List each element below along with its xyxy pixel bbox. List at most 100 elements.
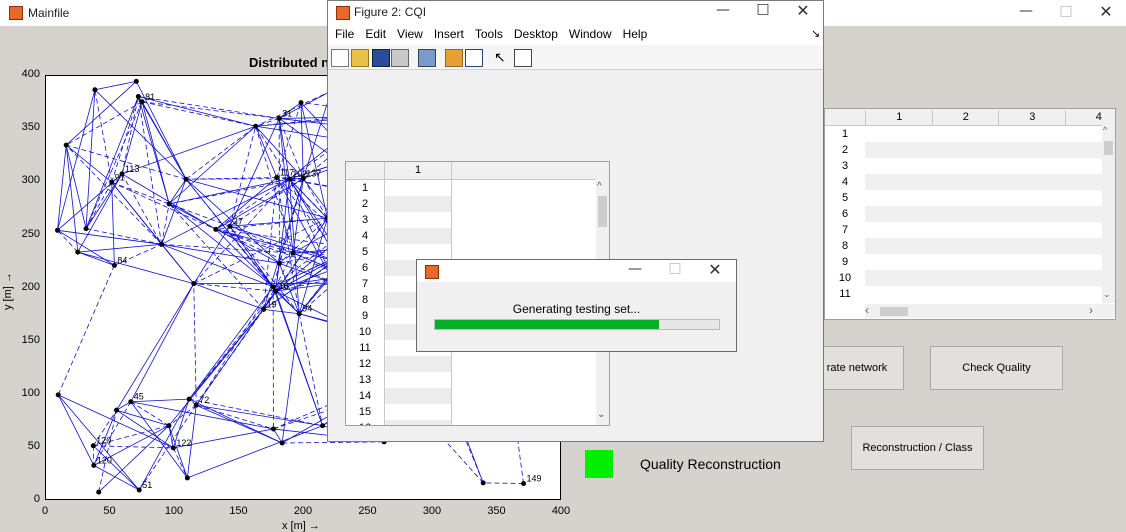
scroll-down-icon[interactable]: ⌄: [597, 409, 605, 420]
table-row[interactable]: 14: [346, 388, 596, 404]
network-link: [142, 101, 280, 119]
scroll-up-icon[interactable]: ^: [597, 181, 602, 192]
minimize-icon[interactable]: —: [1016, 3, 1036, 19]
new-figure-icon[interactable]: [331, 49, 349, 67]
row-header: 2: [825, 142, 865, 158]
scroll-thumb[interactable]: [598, 196, 607, 227]
table-row[interactable]: 11: [825, 286, 1102, 302]
node-label: 45: [134, 392, 144, 402]
dock-arrow-icon[interactable]: ↘: [811, 27, 820, 40]
table-row[interactable]: 5: [346, 244, 596, 260]
table-row[interactable]: 8: [825, 238, 1102, 254]
menu-edit[interactable]: Edit: [365, 27, 386, 41]
table-row[interactable]: 2: [346, 196, 596, 212]
save-icon[interactable]: [372, 49, 390, 67]
results-vscrollbar[interactable]: ^ ⌄: [1102, 125, 1115, 303]
row-header: 4: [825, 174, 865, 190]
table-row[interactable]: 5: [825, 190, 1102, 206]
table-cell[interactable]: [384, 372, 452, 388]
results-hscrollbar[interactable]: ‹ ›: [865, 303, 1115, 318]
menu-help[interactable]: Help: [623, 27, 648, 41]
network-node: [193, 402, 199, 408]
table-row[interactable]: 10: [825, 270, 1102, 286]
figure2-window[interactable]: Figure 2: CQI — □ ✕ File Edit View Insert To…: [327, 0, 824, 442]
table-cell[interactable]: [384, 196, 452, 212]
minimize-icon[interactable]: —: [625, 261, 645, 277]
table-row[interactable]: 3: [346, 212, 596, 228]
network-node: [276, 115, 282, 121]
network-link: [65, 81, 137, 146]
pointer-icon[interactable]: ↖: [494, 49, 510, 65]
network-link: [272, 286, 323, 426]
table-row[interactable]: 1: [346, 180, 596, 196]
menu-file[interactable]: File: [335, 27, 354, 41]
table-row[interactable]: 3: [825, 158, 1102, 174]
table-cell[interactable]: [384, 244, 452, 260]
x-tick-label: 250: [358, 505, 377, 517]
row-header: 10: [358, 326, 372, 338]
table-row[interactable]: 7: [825, 222, 1102, 238]
y-tick-label: 150: [21, 333, 40, 346]
reconstruction-button[interactable]: Reconstruction / Class: [851, 426, 984, 470]
table-row[interactable]: 6: [825, 206, 1102, 222]
menu-window[interactable]: Window: [569, 27, 612, 41]
scroll-right-icon[interactable]: ›: [1089, 303, 1093, 317]
close-icon[interactable]: ✕: [793, 1, 813, 20]
property-inspector-icon[interactable]: [514, 49, 532, 67]
maximize-icon[interactable]: □: [1056, 3, 1076, 19]
table-row[interactable]: 13: [346, 372, 596, 388]
table-row[interactable]: 15: [346, 404, 596, 420]
hscroll-thumb[interactable]: [880, 307, 908, 316]
network-node: [91, 462, 97, 468]
minimize-icon[interactable]: —: [713, 2, 733, 18]
figure2-title-bar[interactable]: Figure 2: CQI — □ ✕: [328, 1, 823, 25]
results-table[interactable]: 1234 1 2 3 4 5 6 7 8 9 10 11 ^ ⌄ ‹ ›: [824, 108, 1116, 320]
menu-insert[interactable]: Insert: [434, 27, 464, 41]
network-link: [195, 309, 264, 406]
scroll-down-icon[interactable]: ⌄: [1103, 289, 1111, 300]
row-header: 11: [825, 286, 865, 302]
link-plot-icon[interactable]: [418, 49, 436, 67]
table-row[interactable]: 16: [346, 420, 596, 425]
table-cell[interactable]: [384, 180, 452, 196]
table-cell[interactable]: [384, 228, 452, 244]
table-row[interactable]: 2: [825, 142, 1102, 158]
scroll-up-icon[interactable]: ^: [1103, 125, 1107, 135]
table-row[interactable]: 9: [825, 254, 1102, 270]
network-node: [92, 87, 98, 93]
close-icon[interactable]: ✕: [705, 260, 725, 279]
table-row[interactable]: 12: [346, 356, 596, 372]
x-tick-label: 300: [422, 505, 442, 517]
menu-view[interactable]: View: [397, 27, 423, 41]
table-cell[interactable]: [384, 388, 452, 404]
network-link: [215, 177, 278, 230]
colorbar-icon[interactable]: [445, 49, 463, 67]
table-row[interactable]: 4: [346, 228, 596, 244]
network-link: [137, 96, 162, 245]
menu-desktop[interactable]: Desktop: [514, 27, 558, 41]
menu-tools[interactable]: Tools: [475, 27, 503, 41]
network-link: [188, 286, 274, 400]
scroll-thumb[interactable]: [1104, 141, 1113, 155]
print-icon[interactable]: [391, 49, 409, 67]
close-icon[interactable]: ✕: [1096, 2, 1116, 21]
node-label: 72: [199, 395, 209, 405]
legend-icon[interactable]: [465, 49, 483, 67]
progress-dialog-title-bar[interactable]: — □ ✕: [417, 260, 736, 282]
maximize-icon[interactable]: □: [753, 1, 773, 17]
table-cell[interactable]: [384, 420, 452, 425]
progress-dialog[interactable]: — □ ✕ Generating testing set...: [416, 259, 737, 352]
generate-network-button[interactable]: rate network: [810, 346, 904, 390]
maximize-icon[interactable]: □: [665, 260, 685, 276]
scroll-left-icon[interactable]: ‹: [865, 303, 869, 317]
check-quality-button[interactable]: Check Quality: [930, 346, 1063, 390]
table-row[interactable]: 4: [825, 174, 1102, 190]
table-cell[interactable]: [384, 212, 452, 228]
table-cell[interactable]: [384, 404, 452, 420]
table-row[interactable]: 1: [825, 126, 1102, 142]
progress-message: Generating testing set...: [512, 302, 641, 316]
table-cell[interactable]: [384, 356, 452, 372]
row-header: 10: [825, 270, 865, 286]
open-file-icon[interactable]: [351, 49, 369, 67]
network-node: [114, 407, 120, 413]
